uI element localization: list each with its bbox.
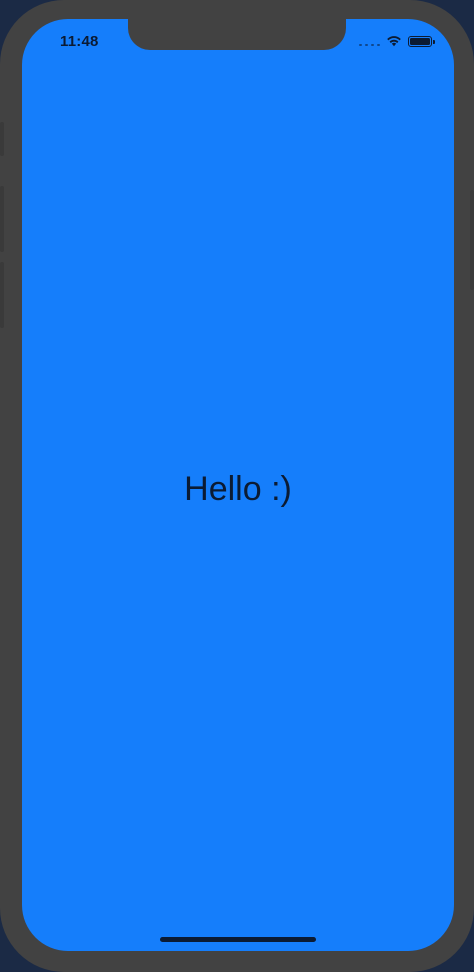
power-button	[470, 190, 474, 290]
volume-up-button	[0, 186, 4, 252]
notch	[128, 19, 346, 50]
wifi-icon	[386, 35, 402, 47]
app-screen: 11:48 Hello :)	[22, 19, 454, 951]
greeting-label: Hello :)	[184, 470, 292, 508]
home-indicator[interactable]	[160, 937, 316, 942]
battery-icon	[408, 35, 435, 47]
status-icons	[359, 35, 435, 47]
mute-switch	[0, 122, 4, 156]
status-time: 11:48	[60, 33, 99, 50]
signal-dots-icon	[359, 36, 380, 46]
device-frame: 11:48 Hello :)	[0, 0, 474, 972]
volume-down-button	[0, 262, 4, 328]
